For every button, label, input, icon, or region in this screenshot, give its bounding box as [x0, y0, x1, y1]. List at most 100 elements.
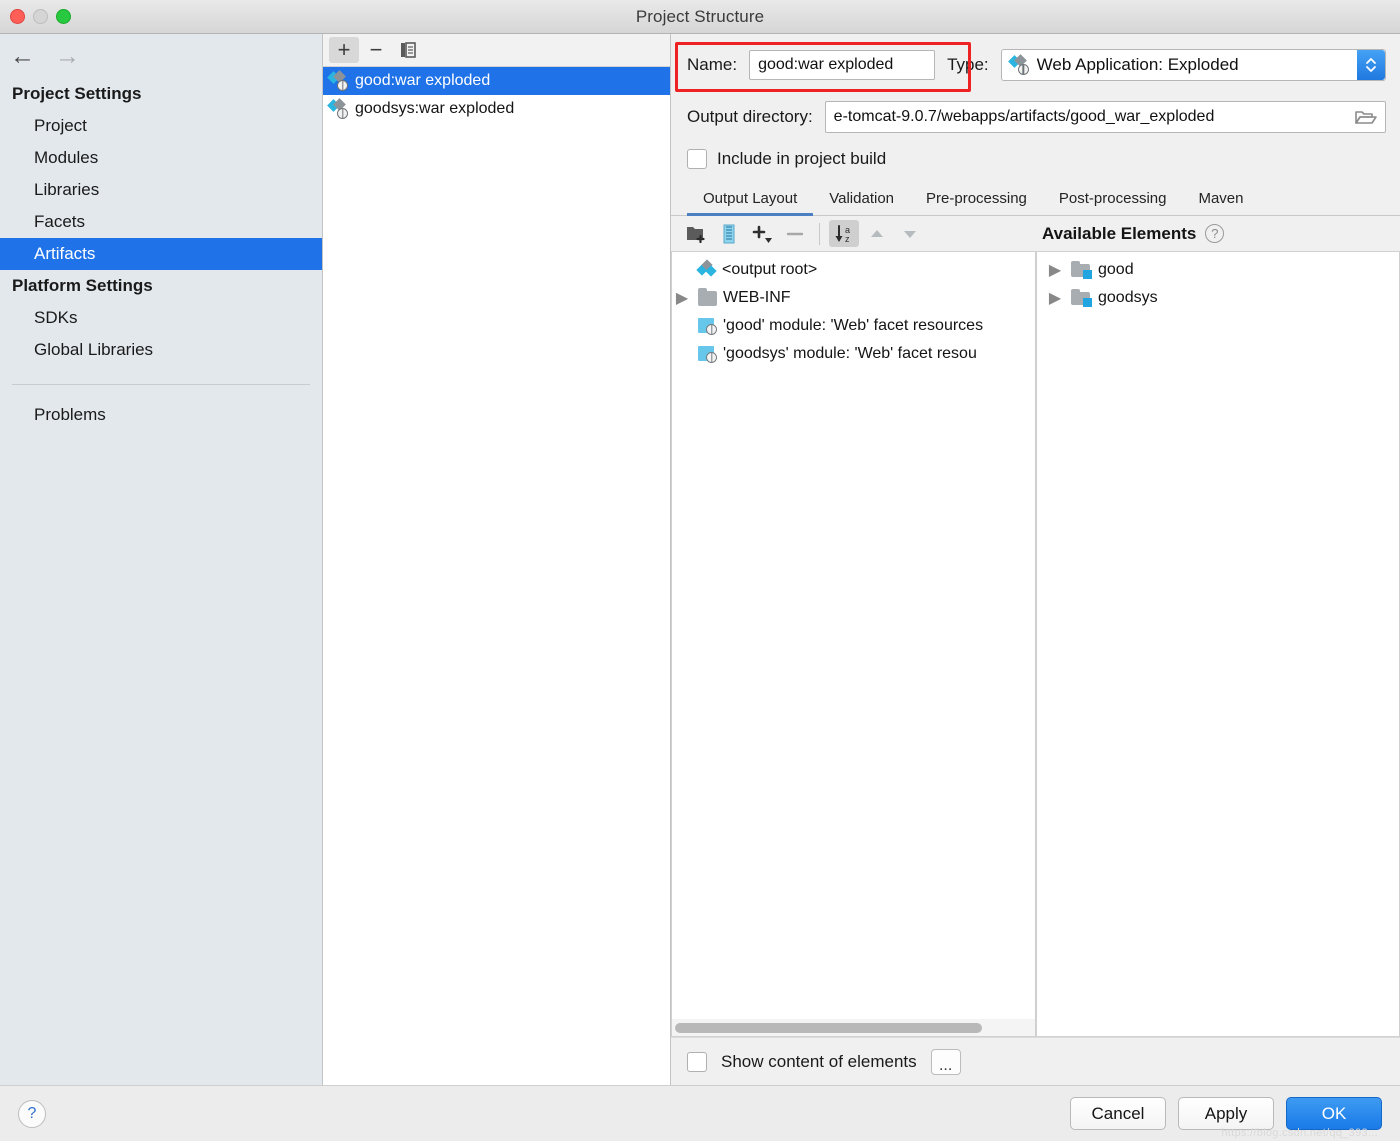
ok-button[interactable]: OK [1286, 1097, 1382, 1130]
expand-triangle-icon[interactable]: ▶ [1045, 288, 1065, 308]
sort-alphabetically-button[interactable]: a z [829, 220, 859, 247]
type-value: Web Application: Exploded [1036, 55, 1239, 74]
add-element-button[interactable] [747, 220, 777, 247]
navigation-arrows: ← → [0, 34, 322, 78]
remove-icon [786, 232, 804, 235]
artifacts-list-panel: + − good:war exploded goodsys:war explod… [323, 34, 671, 1085]
settings-sidebar: ← → Project Settings Project Modules Lib… [0, 34, 323, 1085]
move-down-icon [904, 230, 916, 238]
tree-row-good-module[interactable]: ▶ 'good' module: 'Web' facet resources [672, 312, 1035, 340]
output-directory-label: Output directory: [687, 107, 813, 126]
create-archive-icon [723, 224, 735, 243]
sort-alphabetically-icon: a z [835, 224, 850, 244]
tab-pre-processing[interactable]: Pre-processing [910, 190, 1043, 215]
browse-folder-button[interactable] [1355, 109, 1377, 126]
tree-row-label: 'goodsys' module: 'Web' facet resou [723, 345, 977, 362]
copy-icon [401, 42, 416, 58]
expand-triangle-icon[interactable]: ▶ [672, 288, 692, 308]
available-row-label: goodsys [1098, 289, 1158, 306]
sidebar-item-problems[interactable]: Problems [0, 399, 322, 431]
output-layout-tree[interactable]: ▶ <output root> ▶ WEB-INF [671, 251, 1036, 1037]
copy-artifact-button[interactable] [393, 37, 423, 63]
apply-button[interactable]: Apply [1178, 1097, 1274, 1130]
back-arrow-icon[interactable]: ← [10, 43, 35, 69]
tree-row-goodsys-module[interactable]: ▶ 'goodsys' module: 'Web' facet resou [672, 340, 1035, 368]
sidebar-item-artifacts[interactable]: Artifacts [0, 238, 322, 270]
add-copy-icon [752, 225, 772, 243]
folder-open-icon [1355, 110, 1377, 124]
sidebar-item-facets[interactable]: Facets [0, 206, 322, 238]
move-down-button[interactable] [895, 220, 925, 247]
include-in-project-build-label: Include in project build [717, 149, 887, 168]
sidebar-divider [12, 384, 310, 385]
minus-icon: − [369, 37, 383, 62]
name-input[interactable]: good:war exploded [749, 50, 936, 80]
folder-icon [698, 287, 717, 306]
type-dropdown[interactable]: Web Application: Exploded [1000, 49, 1386, 81]
artifact-tabs: Output Layout Validation Pre-processing … [671, 180, 1400, 216]
show-content-of-elements-label: Show content of elements [721, 1051, 917, 1071]
tab-post-processing[interactable]: Post-processing [1043, 190, 1183, 215]
dialog-body: ← → Project Settings Project Modules Lib… [0, 34, 1400, 1085]
tab-output-layout[interactable]: Output Layout [687, 190, 814, 216]
output-directory-row: Output directory: e-tomcat-9.0.7/webapps… [671, 96, 1400, 138]
tree-row-output-root[interactable]: ▶ <output root> [672, 256, 1035, 284]
name-type-row: Name: good:war exploded Type: Web Applic… [671, 34, 1400, 96]
sidebar-group-platform-settings: Platform Settings [12, 276, 153, 295]
sidebar-group-project-settings: Project Settings [12, 84, 142, 103]
sidebar-item-global-libraries[interactable]: Global Libraries [0, 334, 322, 366]
module-web-icon [698, 317, 717, 335]
toolbar-divider [819, 222, 820, 245]
project-structure-dialog: Project Structure ← → Project Settings P… [0, 0, 1400, 1141]
output-directory-value: e-tomcat-9.0.7/webapps/artifacts/good_wa… [833, 108, 1215, 125]
type-stepper-button[interactable] [1357, 50, 1385, 80]
available-elements-title: Available Elements [1042, 223, 1197, 243]
remove-artifact-button[interactable]: − [361, 37, 391, 63]
help-button[interactable]: ? [18, 1099, 46, 1128]
title-bar: Project Structure [0, 0, 1400, 34]
forward-arrow-icon[interactable]: → [55, 43, 80, 69]
tree-row-label: 'good' module: 'Web' facet resources [723, 317, 984, 334]
move-up-icon [871, 229, 883, 237]
scrollbar-thumb[interactable] [675, 1022, 983, 1033]
show-content-of-elements-checkbox[interactable] [687, 1051, 707, 1072]
name-label: Name: [687, 55, 738, 74]
artifact-war-icon [327, 69, 348, 91]
show-content-row: Show content of elements ... [671, 1037, 1400, 1085]
available-row-good[interactable]: ▶ good [1037, 256, 1399, 284]
tab-maven[interactable]: Maven [1182, 190, 1259, 215]
available-elements-tree[interactable]: ▶ good ▶ goodsys [1036, 251, 1400, 1037]
dialog-button-bar: ? Cancel Apply OK https://blog.csdn.net/… [0, 1085, 1400, 1141]
tree-row-web-inf[interactable]: ▶ WEB-INF [672, 284, 1035, 312]
add-artifact-button[interactable]: + [329, 37, 359, 63]
sidebar-item-project[interactable]: Project [0, 110, 322, 142]
artifact-label: goodsys:war exploded [355, 100, 515, 117]
tab-validation[interactable]: Validation [813, 190, 910, 215]
artifact-row-good[interactable]: good:war exploded [323, 67, 670, 95]
sidebar-item-modules[interactable]: Modules [0, 142, 322, 174]
output-layout-pane: a z <output root> ▶ WEB-INF 'good' modul… [671, 216, 1036, 1037]
remove-element-button[interactable] [780, 220, 810, 247]
available-row-goodsys[interactable]: ▶ goodsys [1037, 284, 1399, 312]
expand-triangle-icon[interactable]: ▶ [1045, 260, 1065, 280]
sidebar-item-libraries[interactable]: Libraries [0, 174, 322, 206]
move-up-button[interactable] [862, 220, 892, 247]
new-directory-button[interactable] [681, 220, 711, 247]
available-elements-pane: Available Elements ? ▶ good ▶ goodsys [1036, 216, 1400, 1037]
artifact-row-goodsys[interactable]: goodsys:war exploded [323, 95, 670, 123]
cancel-button[interactable]: Cancel [1070, 1097, 1166, 1130]
include-in-project-build-checkbox[interactable] [687, 149, 707, 169]
tree-row-label: WEB-INF [723, 289, 791, 306]
help-icon[interactable]: ? [1205, 224, 1225, 243]
sidebar-item-sdks[interactable]: SDKs [0, 302, 322, 334]
create-archive-button[interactable] [714, 220, 744, 247]
artifacts-toolbar: + − [323, 34, 670, 67]
action-buttons: Cancel Apply OK [1070, 1097, 1382, 1130]
tree-horizontal-scrollbar[interactable] [672, 1019, 1035, 1036]
module-folder-icon [1071, 261, 1092, 279]
more-options-button[interactable]: ... [930, 1048, 961, 1075]
tree-row-label: <output root> [722, 261, 818, 278]
artifact-label: good:war exploded [355, 72, 491, 89]
output-directory-input[interactable]: e-tomcat-9.0.7/webapps/artifacts/good_wa… [824, 101, 1386, 133]
module-folder-icon [1071, 289, 1092, 307]
